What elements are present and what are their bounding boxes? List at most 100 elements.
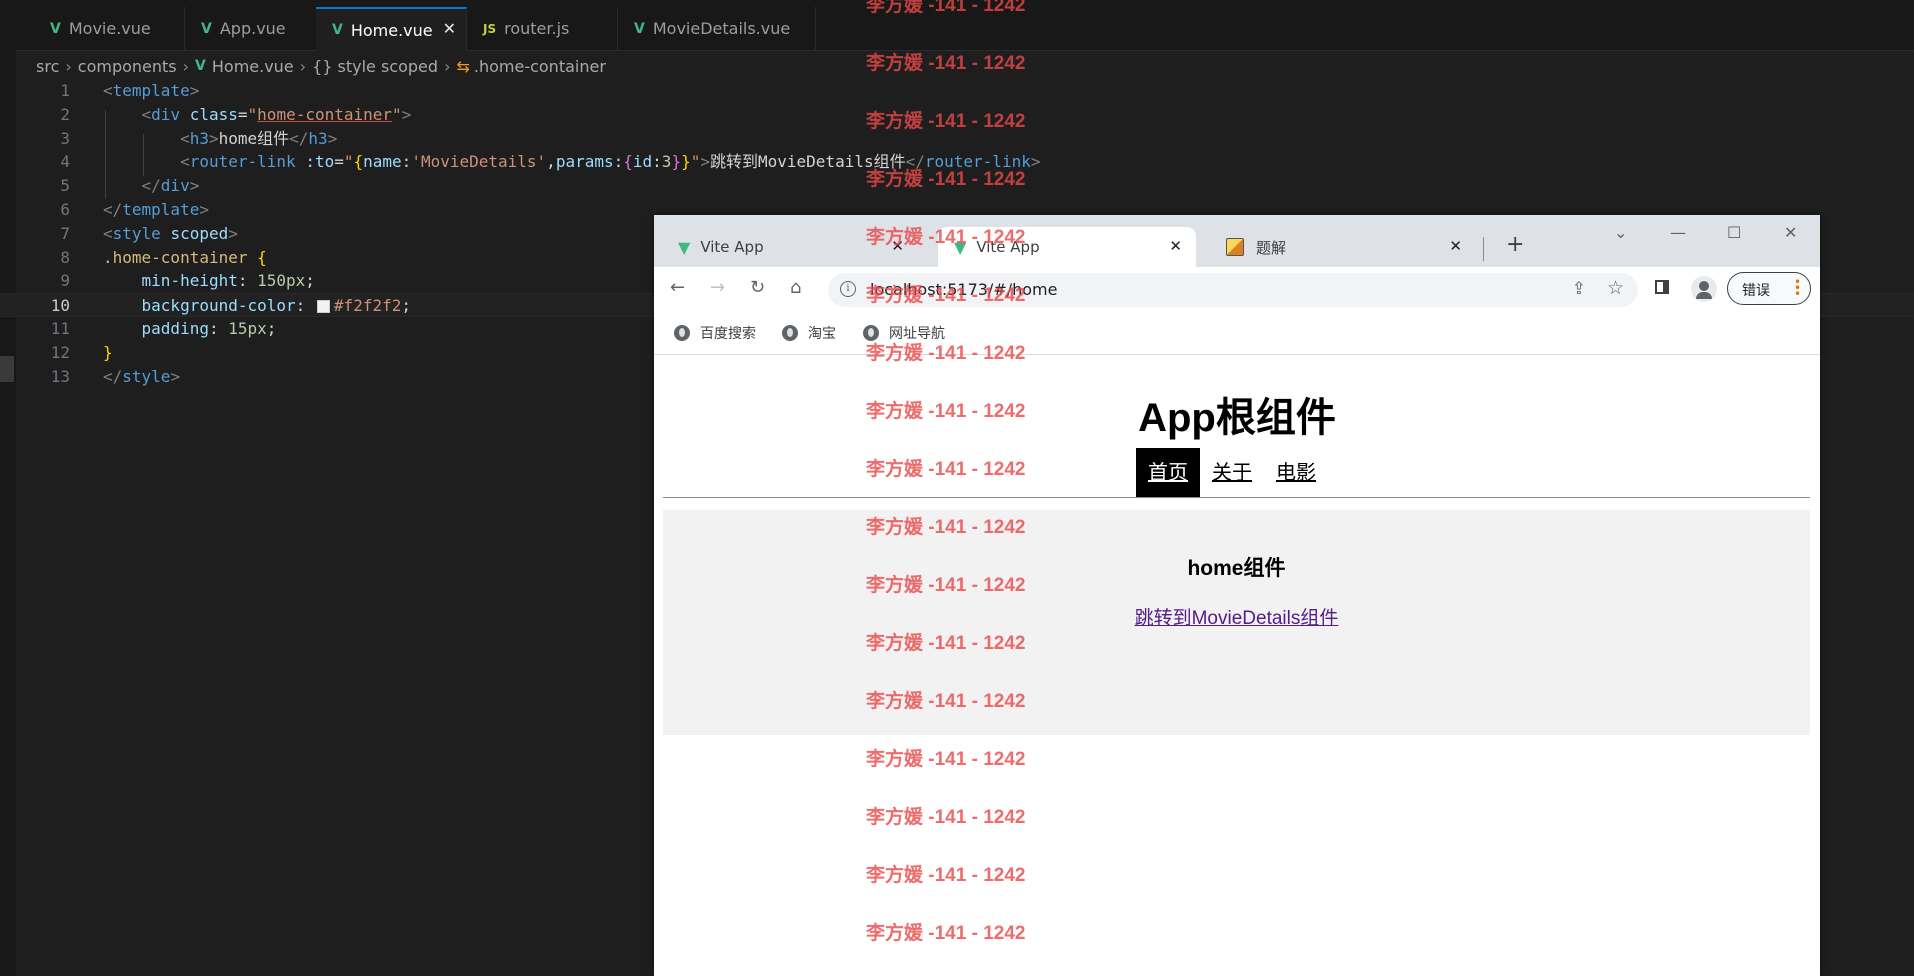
home-heading: home组件 <box>1187 557 1286 580</box>
line-number: 8 <box>60 247 70 267</box>
tab-label: MovieDetails.vue <box>652 19 791 38</box>
line-number: 3 <box>60 128 70 148</box>
tab-label: router.js <box>504 19 570 38</box>
vue-icon: V <box>50 20 61 37</box>
line-number: 13 <box>50 366 70 386</box>
bookmark-label: 网址导航 <box>889 326 945 342</box>
url-text[interactable]: localhost:5173/#/home <box>870 280 1057 299</box>
error-menu-button[interactable]: 错误 • • • <box>1727 272 1811 305</box>
breadcrumb: src › components › V Home.vue › {} style… <box>36 54 606 78</box>
line-number: 10 <box>50 296 70 316</box>
kebab-menu-icon: • • • <box>1794 275 1802 301</box>
browser-tab[interactable]: 题解 ✕ <box>1226 227 1476 267</box>
code-line[interactable]: 4 <router-link :to="{name:'MovieDetails'… <box>0 150 1914 174</box>
movie-details-link[interactable]: 跳转到MovieDetails组件 <box>663 603 1810 630</box>
close-icon[interactable]: ✕ <box>443 19 456 38</box>
vue-icon: V <box>201 20 212 37</box>
vue-icon: V <box>634 20 645 37</box>
page-content: App根组件 首页 关于 电影 home组件 跳转到MovieDetails组件 <box>654 355 1820 976</box>
globe-icon <box>863 325 879 341</box>
maximize-icon[interactable]: ☐ <box>1727 223 1741 242</box>
breadcrumb-components[interactable]: components <box>78 57 177 76</box>
tab-label: Home.vue <box>350 20 433 40</box>
bookmarks-bar: 百度搜索 淘宝 网址导航 <box>654 311 1820 355</box>
css-selector-icon: ⇆ <box>456 56 470 76</box>
bookmark-label: 百度搜索 <box>700 326 756 342</box>
browser-tab-label: Vite App <box>976 238 1040 256</box>
vue-icon: V <box>195 58 206 74</box>
code-line[interactable]: 5 </div> <box>0 174 1914 198</box>
bookmark-label: 淘宝 <box>808 326 836 342</box>
close-icon[interactable]: ✕ <box>1449 237 1462 255</box>
side-panel-icon[interactable] <box>1655 280 1669 294</box>
line-number: 4 <box>60 152 70 172</box>
bookmark-item[interactable]: 淘宝 <box>782 323 836 343</box>
code-line[interactable]: 2 <div class="home-container"> <box>0 103 1914 127</box>
tab-moviedetails-vue[interactable]: V MovieDetails.vue <box>618 7 816 50</box>
line-number: 1 <box>60 81 70 100</box>
browser-toolbar: ← → ↻ ⌂ i localhost:5173/#/home ⇪ ☆ 错误 •… <box>654 267 1820 311</box>
line-number: 9 <box>60 271 70 291</box>
browser-tab-active[interactable]: ▼ Vite App ✕ <box>938 227 1196 267</box>
chevron-right-icon: › <box>444 56 451 76</box>
back-arrow-icon[interactable]: ← <box>670 277 685 298</box>
editor-tab-bar: V Movie.vue V App.vue V Home.vue ✕ JS router… <box>16 0 1914 51</box>
code-line[interactable]: 1 <template> <box>0 79 1914 103</box>
js-icon: JS <box>483 21 497 36</box>
close-icon[interactable]: ✕ <box>1169 237 1182 255</box>
tab-router-js[interactable]: JS router.js <box>467 7 618 50</box>
globe-icon <box>782 325 798 341</box>
vue-icon: V <box>332 22 343 38</box>
new-tab-button[interactable]: + <box>1506 232 1524 257</box>
minimize-icon[interactable]: — <box>1670 223 1686 242</box>
error-label: 错误 <box>1742 283 1770 299</box>
vue-icon: ▼ <box>954 237 967 257</box>
nav-link-movie[interactable]: 电影 <box>1264 448 1328 498</box>
chevron-down-icon[interactable]: ⌄ <box>1614 223 1627 242</box>
bookmark-star-icon[interactable]: ☆ <box>1607 277 1624 299</box>
line-number: 6 <box>60 199 70 219</box>
browser-tab-label: 题解 <box>1256 238 1287 257</box>
breadcrumb-file[interactable]: Home.vue <box>212 57 294 76</box>
nav-link-about[interactable]: 关于 <box>1200 448 1264 498</box>
color-swatch[interactable] <box>316 300 330 314</box>
bookmark-item[interactable]: 百度搜索 <box>674 323 756 343</box>
address-bar[interactable]: i localhost:5173/#/home ⇪ ☆ <box>828 273 1638 307</box>
line-number: 2 <box>60 104 70 124</box>
globe-icon <box>674 325 690 341</box>
indent-guide <box>143 134 144 176</box>
home-icon[interactable]: ⌂ <box>790 277 801 298</box>
chevron-right-icon: › <box>65 56 72 76</box>
app-nav: 首页 关于 电影 <box>1136 448 1328 498</box>
breadcrumb-src[interactable]: src <box>36 57 59 76</box>
indent-guide <box>105 110 106 199</box>
line-number: 11 <box>50 318 70 338</box>
vue-icon: ▼ <box>678 237 691 257</box>
code-line[interactable]: 3 <h3>home组件</h3> <box>0 127 1914 151</box>
tab-label: App.vue <box>219 19 286 38</box>
tab-label: Movie.vue <box>68 19 151 38</box>
tab-movie-vue[interactable]: V Movie.vue <box>34 7 185 50</box>
close-window-icon[interactable]: ✕ <box>1784 223 1797 242</box>
tab-app-vue[interactable]: V App.vue <box>185 7 331 50</box>
site-info-icon[interactable]: i <box>840 281 856 297</box>
breadcrumb-scope[interactable]: {} style scoped <box>312 57 438 76</box>
bookmark-item[interactable]: 网址导航 <box>863 323 945 343</box>
divider <box>663 497 1810 498</box>
browser-tab-label: Vite App <box>700 238 764 256</box>
forward-arrow-icon[interactable]: → <box>710 277 725 298</box>
browser-window: ▼ Vite App ✕ ▼ Vite App ✕ 题解 ✕ + ⌄ — ☐ ✕ ←… <box>654 215 1820 976</box>
tab-home-vue[interactable]: V Home.vue ✕ <box>316 7 467 51</box>
image-icon <box>1226 238 1244 256</box>
breadcrumb-selector[interactable]: .home-container <box>474 57 606 76</box>
browser-tab-strip: ▼ Vite App ✕ ▼ Vite App ✕ 题解 ✕ + ⌄ — ☐ ✕ <box>654 215 1820 267</box>
browser-tab[interactable]: ▼ Vite App ✕ <box>678 227 918 267</box>
close-icon[interactable]: ✕ <box>891 237 904 255</box>
chevron-right-icon: › <box>299 56 307 76</box>
nav-link-home[interactable]: 首页 <box>1136 448 1200 498</box>
reload-icon[interactable]: ↻ <box>750 277 765 298</box>
app-title: App根组件 <box>1138 396 1336 440</box>
profile-avatar-icon[interactable] <box>1691 276 1717 302</box>
share-icon[interactable]: ⇪ <box>1572 279 1586 299</box>
tab-divider <box>1483 237 1484 261</box>
